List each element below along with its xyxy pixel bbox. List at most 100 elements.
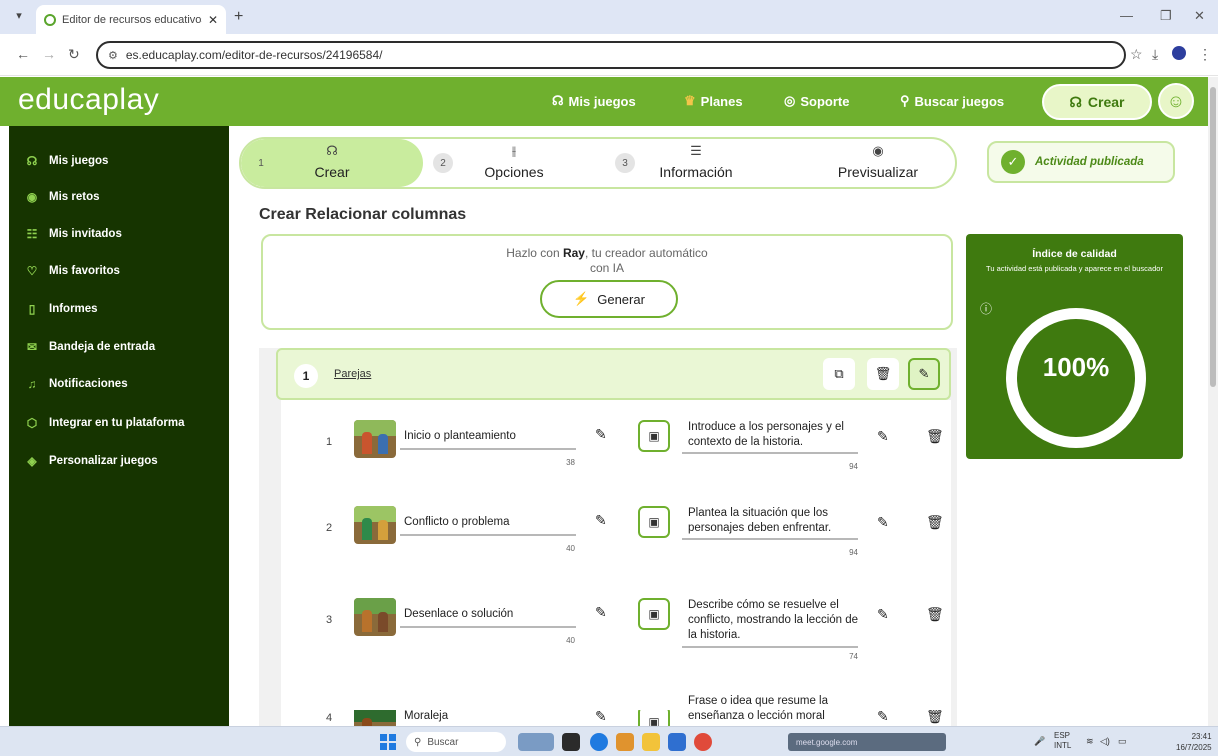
term-text[interactable]: Desenlace o solución (404, 608, 513, 620)
store-icon[interactable] (668, 733, 686, 751)
task-view-icon[interactable] (562, 733, 580, 751)
add-image-button[interactable]: ▣ (638, 710, 670, 726)
browser-menu-icon[interactable]: ⋮ (1198, 46, 1212, 63)
duplicate-button[interactable]: ⧉ (823, 358, 855, 390)
create-button[interactable]: ☊ Crear (1042, 84, 1152, 120)
pencil-icon[interactable]: ✎ (595, 710, 607, 725)
sidebar-item-bandeja[interactable]: ✉ Bandeja de entrada (25, 340, 155, 354)
new-tab-icon[interactable]: + (234, 8, 243, 26)
forward-icon[interactable]: → (42, 46, 56, 62)
sidebar-item-mis-juegos[interactable]: ☊ Mis juegos (25, 154, 109, 168)
trash-icon[interactable]: 🗑 (926, 428, 944, 445)
term-image[interactable] (354, 506, 396, 544)
nav-mis-juegos[interactable]: ☊ Mis juegos (552, 93, 636, 109)
taskbar-chrome-window[interactable]: meet.google.com (788, 733, 946, 751)
sidebar-item-mis-retos[interactable]: ◉ Mis retos (25, 190, 100, 204)
sidebar-item-personalizar[interactable]: ◈ Personalizar juegos (25, 454, 157, 468)
mic-icon[interactable]: 🎤 (1034, 736, 1045, 747)
chrome-icon[interactable] (694, 733, 712, 751)
term-image[interactable] (354, 598, 396, 636)
back-icon[interactable]: ← (16, 46, 30, 62)
tab-search-icon[interactable]: ▾ (10, 9, 28, 25)
tab-title: Editor de recursos educativos (62, 13, 202, 26)
term-text[interactable]: Inicio o planteamiento (404, 430, 516, 442)
site-info-icon[interactable]: ⚙ (108, 49, 118, 62)
term-image[interactable] (354, 420, 396, 458)
nav-buscar-juegos[interactable]: ⚲ Buscar juegos (900, 93, 1004, 109)
nav-planes[interactable]: ♛ Planes (684, 93, 743, 109)
trash-icon[interactable]: 🗑 (926, 514, 944, 531)
term-image[interactable] (354, 710, 396, 726)
browser-profile-avatar[interactable] (1172, 46, 1186, 60)
pencil-icon[interactable]: ✎ (595, 512, 607, 529)
published-label: Actividad publicada (1035, 156, 1144, 168)
language-indicator[interactable]: ESP INTL (1054, 731, 1071, 751)
search-icon: ⚲ (414, 736, 422, 748)
add-image-button[interactable]: ▣ (638, 506, 670, 538)
term-text[interactable]: Conflicto o problema (404, 516, 509, 528)
add-image-button[interactable]: ▣ (638, 598, 670, 630)
info-icon[interactable]: ⓘ (980, 300, 992, 317)
definition-text[interactable]: Plantea la situación que los personajes … (688, 506, 864, 536)
pencil-icon[interactable]: ✎ (595, 604, 607, 621)
delete-section-button[interactable]: 🗑 (867, 358, 899, 390)
pencil-icon[interactable]: ✎ (877, 606, 889, 623)
definition-underline (682, 538, 858, 540)
url-input[interactable]: ⚙ es.educaplay.com/editor-de-recursos/24… (96, 41, 1126, 69)
tab-crear[interactable]: 1 ☊ Crear (241, 139, 423, 187)
scrollbar-thumb[interactable] (1210, 87, 1216, 387)
browser-tab[interactable]: Editor de recursos educativos ✕ (36, 5, 226, 34)
definition-text[interactable]: Introduce a los personajes y el contexto… (688, 420, 864, 450)
tab-informacion[interactable]: 3 ☰ Información (605, 139, 787, 187)
user-avatar[interactable]: ☺ (1158, 83, 1194, 119)
controller-icon: ☊ (326, 143, 338, 158)
trash-icon[interactable]: 🗑 (926, 606, 944, 623)
controller-plus-icon: ☊ (1069, 93, 1082, 110)
edit-section-button[interactable]: ✎ (908, 358, 940, 390)
sidebar-item-mis-invitados[interactable]: ☷ Mis invitados (25, 227, 122, 241)
edge-icon[interactable] (590, 733, 608, 751)
wifi-icon[interactable]: ≋ (1086, 736, 1094, 747)
download-icon[interactable]: ⤓ (1152, 46, 1158, 63)
step-label: Opciones (484, 164, 544, 180)
sidebar-item-integrar[interactable]: ⬡ Integrar en tu plataforma (25, 416, 185, 430)
check-icon: ✓ (1001, 150, 1025, 174)
reload-icon[interactable]: ↻ (68, 46, 80, 63)
sidebar-item-informes[interactable]: ▯ Informes (25, 302, 98, 316)
term-text[interactable]: Moraleja (404, 710, 448, 722)
page-scrollbar[interactable] (1208, 77, 1218, 726)
pencil-icon[interactable]: ✎ (877, 428, 889, 445)
quality-index-panel: Índice de calidad Tu actividad está publ… (966, 234, 1183, 459)
minimize-icon[interactable]: — (1120, 8, 1133, 23)
generate-button[interactable]: ⚡ Generar (540, 280, 678, 318)
bookmark-star-icon[interactable]: ☆ (1130, 46, 1143, 63)
pencil-icon[interactable]: ✎ (595, 426, 607, 443)
add-image-button[interactable]: ▣ (638, 420, 670, 452)
taskbar-clock[interactable]: 23:41 16/7/2025 (1176, 731, 1212, 753)
tab-opciones[interactable]: 2 ⫲ Opciones (423, 139, 605, 187)
windows-start-icon[interactable] (380, 734, 396, 750)
quality-percent: 100% (1042, 352, 1110, 382)
pairs-title[interactable]: Parejas (334, 368, 371, 380)
tab-previsualizar[interactable]: ◉ Previsualizar (787, 139, 955, 187)
battery-icon[interactable]: ▭ (1118, 736, 1127, 747)
pencil-icon[interactable]: ✎ (877, 710, 889, 725)
nav-soporte[interactable]: ◎ Soporte (784, 93, 849, 109)
pencil-icon: ✎ (918, 366, 930, 381)
image-icon: ▣ (648, 515, 660, 529)
sidebar-item-notificaciones[interactable]: ♫ Notificaciones (25, 377, 128, 391)
volume-icon[interactable]: ◁) (1100, 736, 1110, 747)
educaplay-logo[interactable]: educaplay (18, 83, 159, 117)
definition-text[interactable]: Describe cómo se resuelve el conflicto, … (688, 598, 864, 643)
taskbar-search[interactable]: ⚲ Buscar (406, 732, 506, 752)
definition-text[interactable]: Frase o idea que resume la enseñanza o l… (688, 694, 864, 726)
close-icon[interactable]: ✕ (208, 13, 218, 27)
sidebar-item-mis-favoritos[interactable]: ♡ Mis favoritos (25, 264, 120, 278)
trash-icon[interactable]: 🗑 (926, 710, 944, 725)
widgets-icon[interactable] (518, 733, 554, 751)
file-explorer-icon[interactable] (642, 733, 660, 751)
copilot-icon[interactable] (616, 733, 634, 751)
window-close-icon[interactable]: ✕ (1194, 8, 1205, 24)
restore-icon[interactable]: ❐ (1160, 8, 1172, 24)
pencil-icon[interactable]: ✎ (877, 514, 889, 531)
